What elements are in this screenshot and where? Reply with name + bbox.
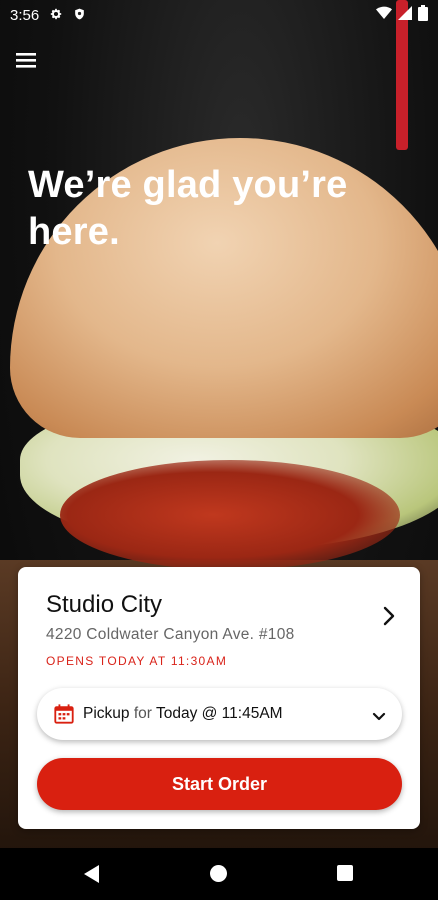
status-bar: 3:56: [0, 0, 438, 30]
store-address: 4220 Coldwater Canyon Ave. #108: [46, 626, 295, 643]
home-icon[interactable]: [210, 865, 227, 882]
hamburger-menu-icon[interactable]: [16, 50, 40, 74]
shield-icon: [73, 7, 86, 24]
pickup-connector: for: [133, 705, 152, 722]
battery-icon: [418, 5, 428, 25]
pickup-time-selector[interactable]: Pickup for Today @ 11:45AM: [37, 688, 402, 740]
back-icon[interactable]: [84, 865, 100, 888]
pickup-mode: Pickup: [83, 705, 130, 722]
status-time: 3:56: [10, 6, 40, 24]
pickup-label: Pickup for Today @ 11:45AM: [83, 705, 283, 723]
burger-sauce: [60, 460, 400, 570]
start-order-button[interactable]: Start Order: [37, 758, 402, 810]
hero-headline: We’re glad you’re here.: [28, 164, 348, 253]
signal-icon: [398, 6, 412, 24]
pickup-time: Today @ 11:45AM: [155, 705, 283, 722]
recent-apps-icon[interactable]: [337, 865, 353, 881]
calendar-icon: [53, 703, 75, 725]
gear-icon: [49, 7, 63, 24]
chevron-right-icon[interactable]: [382, 605, 398, 627]
store-name[interactable]: Studio City: [46, 591, 162, 619]
system-nav-bar: [0, 848, 438, 900]
store-hours: OPENS TODAY AT 11:30AM: [46, 654, 228, 668]
wifi-icon: [376, 6, 392, 24]
chevron-down-icon: [372, 709, 386, 721]
store-card: Studio City 4220 Coldwater Canyon Ave. #…: [18, 567, 420, 829]
